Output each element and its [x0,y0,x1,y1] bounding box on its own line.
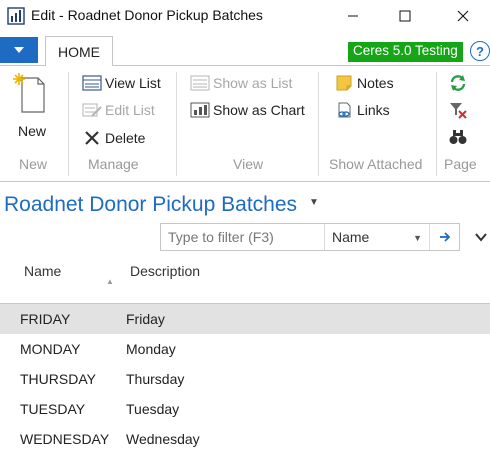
page-title-menu-icon[interactable]: ▼ [309,197,319,208]
new-button[interactable]: New [12,72,56,139]
show-as-chart-button[interactable]: Show as Chart [189,100,305,120]
table-row[interactable]: TUESDAY Tuesday [0,394,490,424]
new-document-icon [13,73,45,113]
ribbon: New New View List Edit List Delete Manag… [0,66,490,182]
cell-description: Wednesday [126,431,200,447]
clear-filter-button[interactable] [447,100,471,120]
show-as-chart-icon [189,100,211,120]
minimize-icon [348,15,358,17]
company-badge: Ceres 5.0 Testing [348,42,463,62]
refresh-icon [447,73,469,93]
minimize-button[interactable] [330,0,376,32]
close-button[interactable] [440,0,486,32]
cell-description: Thursday [126,371,185,387]
ribbon-tab-row: HOME Ceres 5.0 Testing ? [0,36,490,67]
find-button[interactable] [447,127,471,147]
page-title: Roadnet Donor Pickup Batches [4,193,298,216]
app-menu-button[interactable] [0,37,38,63]
edit-list-icon [81,100,103,120]
show-as-chart-label: Show as Chart [213,102,305,118]
app-menu-chevron-icon [14,47,24,53]
show-as-list-icon [189,73,211,93]
app-icon [7,7,25,25]
links-button[interactable]: Links [333,100,390,120]
group-label-view: View [233,156,264,172]
cell-description: Monday [126,341,176,357]
cell-description: Tuesday [126,401,180,417]
filter-bar: Name ▼ [160,223,460,251]
filter-go-button[interactable] [429,224,459,250]
group-separator [68,72,69,176]
group-separator [318,72,319,176]
delete-label: Delete [105,130,146,146]
column-header-description[interactable]: Description [130,263,200,279]
notes-button[interactable]: Notes [333,73,394,93]
group-label-manage: Manage [88,156,139,172]
table-row[interactable]: THURSDAY Thursday [0,364,490,394]
window-title: Edit - Roadnet Donor Pickup Batches [31,7,263,23]
notes-icon [333,73,355,93]
close-icon [457,10,469,22]
delete-icon [81,128,103,148]
title-bar: Edit - Roadnet Donor Pickup Batches [0,0,490,32]
links-icon [333,100,355,120]
maximize-button[interactable] [382,0,428,32]
table-row[interactable]: MONDAY Monday [0,334,490,364]
group-label-show-attached: Show Attached [329,156,423,172]
view-list-icon [81,73,103,93]
find-icon [447,127,469,147]
filter-field-value: Name [332,229,370,245]
group-label-new: New [19,156,48,172]
group-label-page: Page [444,156,477,172]
notes-label: Notes [357,75,394,91]
cell-name: THURSDAY [20,371,96,387]
tab-home[interactable]: HOME [45,36,113,67]
column-header-name[interactable]: Name [24,263,61,279]
table-row[interactable]: FRIDAY Friday [0,304,490,334]
group-separator [176,72,177,176]
cell-name: TUESDAY [20,401,86,417]
show-as-list-label: Show as List [213,75,293,91]
table-row[interactable]: WEDNESDAY Wednesday [0,424,490,454]
maximize-icon [399,10,411,22]
collapse-chevron-icon[interactable] [474,230,488,244]
cell-name: FRIDAY [20,311,71,327]
cell-name: WEDNESDAY [20,431,110,447]
group-separator [436,72,437,176]
edit-list-button[interactable]: Edit List [81,100,155,120]
cell-description: Friday [126,311,165,327]
view-list-button[interactable]: View List [81,73,161,93]
help-button[interactable]: ? [470,41,490,61]
show-as-list-button[interactable]: Show as List [189,73,292,93]
links-label: Links [357,102,390,118]
filter-go-arrow-icon [439,232,450,242]
sort-ascending-icon: ▲ [106,277,114,286]
filter-input[interactable] [161,224,323,250]
clear-filter-icon [447,100,469,120]
refresh-button[interactable] [447,73,471,93]
view-list-label: View List [105,75,161,91]
chevron-down-icon: ▼ [413,233,422,243]
cell-name: MONDAY [20,341,81,357]
filter-field-select[interactable]: Name ▼ [324,224,429,250]
new-button-label: New [18,123,47,139]
edit-list-label: Edit List [105,102,155,118]
delete-button[interactable]: Delete [81,128,145,148]
